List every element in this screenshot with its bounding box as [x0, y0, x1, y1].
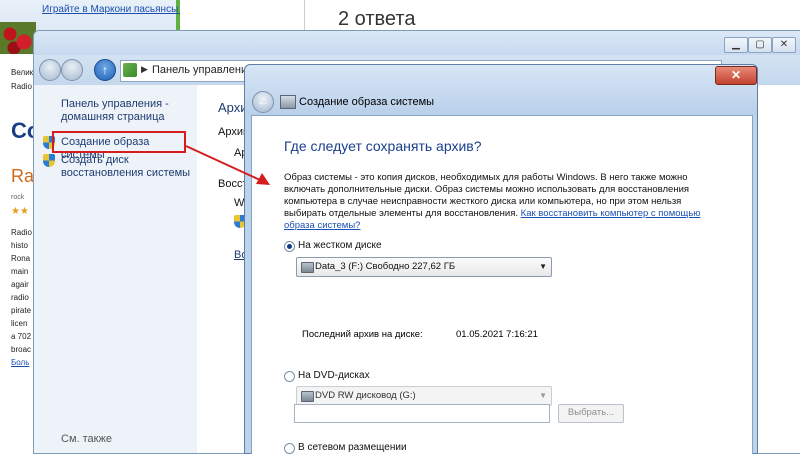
pointer-arrow [185, 145, 270, 185]
